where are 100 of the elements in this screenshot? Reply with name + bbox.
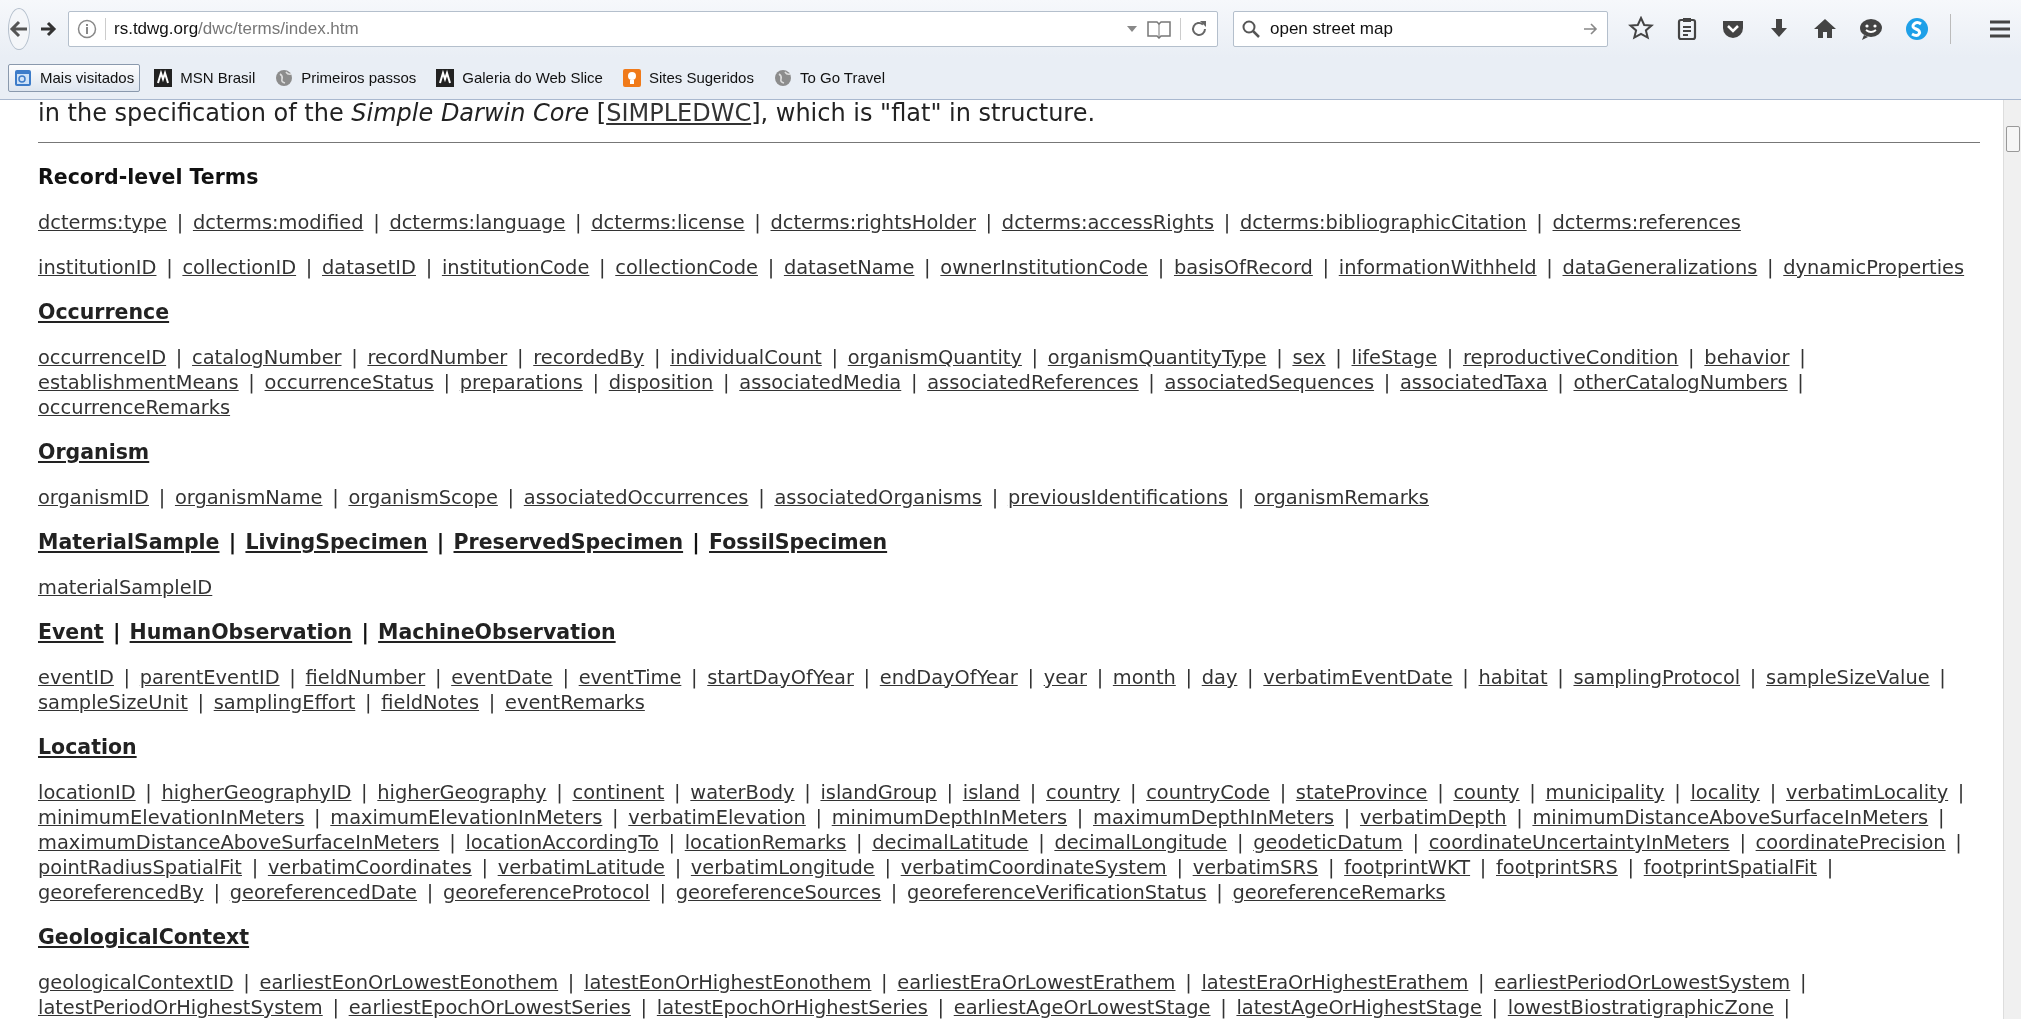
term-link[interactable]: fieldNotes [381, 691, 480, 714]
term-link[interactable]: higherGeography [377, 781, 547, 804]
term-link[interactable]: disposition [608, 371, 714, 394]
term-link[interactable]: verbatimCoordinates [267, 856, 472, 879]
term-link[interactable]: georeferenceVerificationStatus [907, 881, 1207, 904]
back-button[interactable] [8, 7, 30, 50]
reload-icon[interactable] [1189, 18, 1209, 39]
term-link[interactable]: organismRemarks [1253, 486, 1429, 509]
url-field[interactable]: rs.tdwg.org/dwc/terms/index.htm [68, 10, 1218, 47]
term-link[interactable]: islandGroup [820, 781, 937, 804]
term-link[interactable]: collectionID [182, 256, 297, 279]
section-heading-link[interactable]: HumanObservation [129, 620, 353, 644]
term-link[interactable]: eventRemarks [505, 691, 645, 714]
term-link[interactable]: dcterms:rightsHolder [770, 211, 976, 234]
term-link[interactable]: dcterms:bibliographicCitation [1239, 211, 1527, 234]
term-link[interactable]: waterBody [690, 781, 795, 804]
scrollbar[interactable] [2003, 100, 2021, 1019]
term-link[interactable]: associatedReferences [927, 371, 1139, 394]
term-link[interactable]: lowestBiostratigraphicZone [1507, 996, 1774, 1019]
term-link[interactable]: latestEraOrHighestErathem [1201, 971, 1469, 994]
bookmark-button[interactable]: Sites Sugeridos [616, 63, 760, 93]
term-link[interactable]: datasetName [783, 256, 915, 279]
term-link[interactable]: geodeticDatum [1253, 831, 1403, 854]
bookmark-button[interactable]: Primeiros passos [269, 63, 423, 93]
term-link[interactable]: earliestEonOrLowestEonothem [259, 971, 559, 994]
term-link[interactable]: associatedSequences [1164, 371, 1375, 394]
term-link[interactable]: coordinatePrecision [1755, 831, 1946, 854]
term-link[interactable]: institutionID [38, 256, 157, 279]
go-arrow-icon[interactable] [1583, 21, 1599, 36]
term-link[interactable]: eventTime [578, 666, 682, 689]
term-link[interactable]: locality [1690, 781, 1761, 804]
term-link[interactable]: earliestAgeOrLowestStage [953, 996, 1211, 1019]
term-link[interactable]: year [1043, 666, 1087, 689]
term-link[interactable]: county [1453, 781, 1520, 804]
term-link[interactable]: parentEventID [139, 666, 280, 689]
term-link[interactable]: verbatimLongitude [690, 856, 875, 879]
term-link[interactable]: maximumDepthInMeters [1093, 806, 1335, 829]
term-link[interactable]: dcterms:type [38, 211, 167, 234]
term-link[interactable]: georeferencedDate [229, 881, 418, 904]
term-link[interactable]: organismQuantityType [1047, 346, 1267, 369]
term-link[interactable]: latestEonOrHighestEonothem [584, 971, 872, 994]
bookmark-button[interactable]: Galeria do Web Slice [430, 63, 609, 93]
term-link[interactable]: earliestPeriodOrLowestSystem [1494, 971, 1791, 994]
section-heading-link[interactable]: Event [38, 620, 104, 644]
term-link[interactable]: earliestEraOrLowestErathem [897, 971, 1176, 994]
term-link[interactable]: pointRadiusSpatialFit [38, 856, 242, 879]
term-link[interactable]: associatedOrganisms [774, 486, 982, 509]
term-link[interactable]: basisOfRecord [1173, 256, 1313, 279]
term-link[interactable]: decimalLongitude [1054, 831, 1228, 854]
term-link[interactable]: behavior [1704, 346, 1790, 369]
term-link[interactable]: sampleSizeValue [1766, 666, 1930, 689]
section-heading-link[interactable]: Organism [38, 440, 150, 464]
term-link[interactable]: decimalLatitude [872, 831, 1029, 854]
reader-view-icon[interactable] [1146, 18, 1172, 39]
term-link[interactable]: lifeStage [1351, 346, 1438, 369]
term-link[interactable]: dcterms:license [591, 211, 745, 234]
term-link[interactable]: associatedOccurrences [523, 486, 749, 509]
term-link[interactable]: day [1201, 666, 1238, 689]
term-link[interactable]: eventDate [451, 666, 553, 689]
term-link[interactable]: verbatimDepth [1359, 806, 1507, 829]
term-link[interactable]: institutionCode [441, 256, 590, 279]
term-link[interactable]: maximumElevationInMeters [330, 806, 603, 829]
term-link[interactable]: dcterms:references [1552, 211, 1741, 234]
term-link[interactable]: organismScope [348, 486, 498, 509]
term-link[interactable]: materialSampleID [38, 576, 213, 599]
term-link[interactable]: recordNumber [367, 346, 508, 369]
bookmark-star-button[interactable] [1628, 15, 1654, 42]
term-link[interactable]: georeferencedBy [38, 881, 204, 904]
term-link[interactable]: otherCatalogNumbers [1573, 371, 1788, 394]
term-link[interactable]: recordedBy [533, 346, 645, 369]
search-bar[interactable]: open street map [1233, 10, 1608, 47]
term-link[interactable]: fieldNumber [305, 666, 426, 689]
term-link[interactable]: verbatimElevation [628, 806, 806, 829]
term-link[interactable]: habitat [1478, 666, 1548, 689]
term-link[interactable]: organismQuantity [847, 346, 1022, 369]
term-link[interactable]: minimumElevationInMeters [38, 806, 305, 829]
term-link[interactable]: footprintSpatialFit [1643, 856, 1817, 879]
term-link[interactable]: month [1112, 666, 1176, 689]
term-link[interactable]: dcterms:accessRights [1001, 211, 1214, 234]
term-link[interactable]: startDayOfYear [707, 666, 854, 689]
section-heading-link[interactable]: PreservedSpecimen [453, 530, 684, 554]
term-link[interactable]: occurrenceStatus [264, 371, 434, 394]
bookmark-button[interactable]: MSN Brasil [148, 63, 262, 93]
term-link[interactable]: georeferenceRemarks [1232, 881, 1446, 904]
term-link[interactable]: verbatimLatitude [497, 856, 665, 879]
term-link[interactable]: locationRemarks [684, 831, 847, 854]
term-link[interactable]: reproductiveCondition [1463, 346, 1679, 369]
section-heading-link[interactable]: MaterialSample [38, 530, 220, 554]
bookmark-button[interactable]: To Go Travel [767, 63, 891, 93]
section-heading-link[interactable]: MachineObservation [378, 620, 616, 644]
bookmark-button[interactable]: Mais visitados [8, 63, 141, 93]
term-link[interactable]: previousIdentifications [1007, 486, 1229, 509]
term-link[interactable]: footprintSRS [1496, 856, 1618, 879]
term-link[interactable]: coordinateUncertaintyInMeters [1428, 831, 1730, 854]
reference-link[interactable]: SIMPLEDWC [606, 99, 752, 127]
term-link[interactable]: latestAgeOrHighestStage [1236, 996, 1482, 1019]
term-link[interactable]: continent [572, 781, 665, 804]
term-link[interactable]: catalogNumber [192, 346, 342, 369]
scrollbar-thumb[interactable] [2005, 126, 2020, 152]
term-link[interactable]: georeferenceProtocol [443, 881, 650, 904]
